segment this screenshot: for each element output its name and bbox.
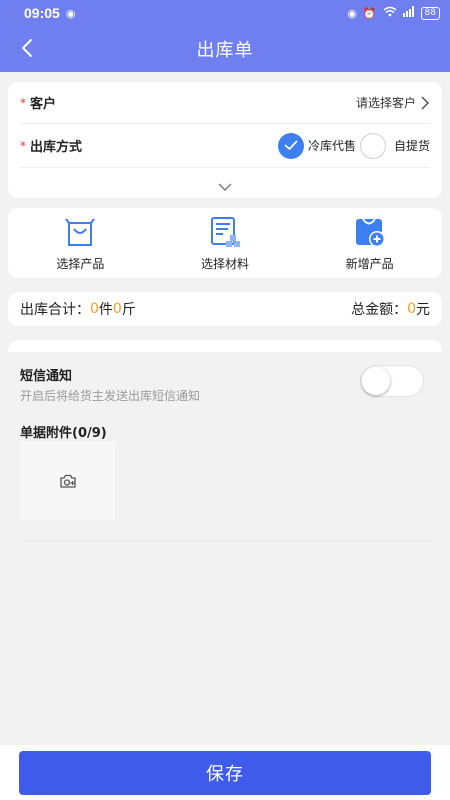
summary-bar: 出库合计： 0 件 0 斤 总金额： 0 元 [8,292,442,326]
toggle-knob [362,367,390,395]
tool-label: 选择材料 [200,256,249,271]
product-list-card [8,340,442,352]
select-product-button[interactable]: 选择产品 [25,215,135,272]
page-title: 出库单 [196,40,254,61]
customer-placeholder: 请选择客户 [355,96,416,110]
piece-unit: 件 [98,302,113,318]
piece-count: 0 [90,301,99,317]
required-mark: * [20,138,26,153]
order-info-card: * 客户 请选择客户 * 出库方式 冷库代售 自提货 [8,82,442,198]
radio-label: 自提货 [393,139,430,153]
radio-unchecked-icon [359,132,386,159]
radio-label: 冷库代售 [307,139,356,153]
tool-label: 选择产品 [56,256,105,271]
summary-total-label: 出库合计： [20,302,90,318]
wifi-icon [383,6,397,20]
add-product-button[interactable]: 新增产品 [315,215,425,272]
alarm-icon: ⏰ [362,6,377,20]
delivery-method-label: 出库方式 [30,140,83,155]
select-material-button[interactable]: 选择材料 [170,215,280,272]
expand-chevron-down-icon[interactable] [217,178,233,191]
required-mark: * [20,95,26,110]
attachments-title: 单据附件(0/9) [20,426,107,441]
chevron-right-icon [421,95,430,110]
weight-unit: 斤 [121,302,136,318]
tool-label: 新增产品 [345,256,394,271]
status-bar: 09:05 ◉ ◉ ⏰ 88 [0,0,450,26]
notification-icon: ◉ [65,6,76,20]
sms-toggle[interactable] [360,365,424,397]
divider [20,540,432,541]
sms-notification-section: 短信通知 开启后将给货主发送出库短信通知 [20,365,430,404]
materials-icon [210,216,240,247]
back-button[interactable] [16,36,40,60]
weight-value: 0 [112,301,122,317]
radio-checked-icon [277,132,304,159]
shopping-bag-icon [65,217,96,246]
radio-cold-storage-consignment[interactable]: 冷库代售 [277,132,356,159]
delivery-method-options: 冷库代售 自提货 [277,132,430,159]
battery-icon: 88 [420,6,440,20]
status-icons: ◉ ⏰ 88 [347,6,440,20]
total-amount-value: 0 [407,301,416,317]
total-amount-label: 总金额： [351,302,408,318]
radio-self-pickup[interactable]: 自提货 [356,132,430,159]
camera-add-icon [59,474,76,488]
upload-attachment-button[interactable] [20,442,115,520]
add-product-icon [355,217,385,247]
nav-bar: 出库单 [0,26,450,72]
customer-picker[interactable]: 请选择客户 [356,94,430,111]
signal-icon [402,6,415,20]
eye-icon: ◉ [347,6,357,20]
chevron-left-icon [22,39,32,57]
status-time: 09:05 [24,5,60,21]
amount-unit: 元 [416,302,430,318]
delivery-method-row: * 出库方式 冷库代售 自提货 [20,124,430,168]
customer-row[interactable]: * 客户 请选择客户 [20,82,430,124]
save-button[interactable]: 保存 [19,751,431,795]
customer-label: 客户 [30,97,57,112]
action-tools-card: 选择产品 选择材料 新增产品 [8,208,442,278]
